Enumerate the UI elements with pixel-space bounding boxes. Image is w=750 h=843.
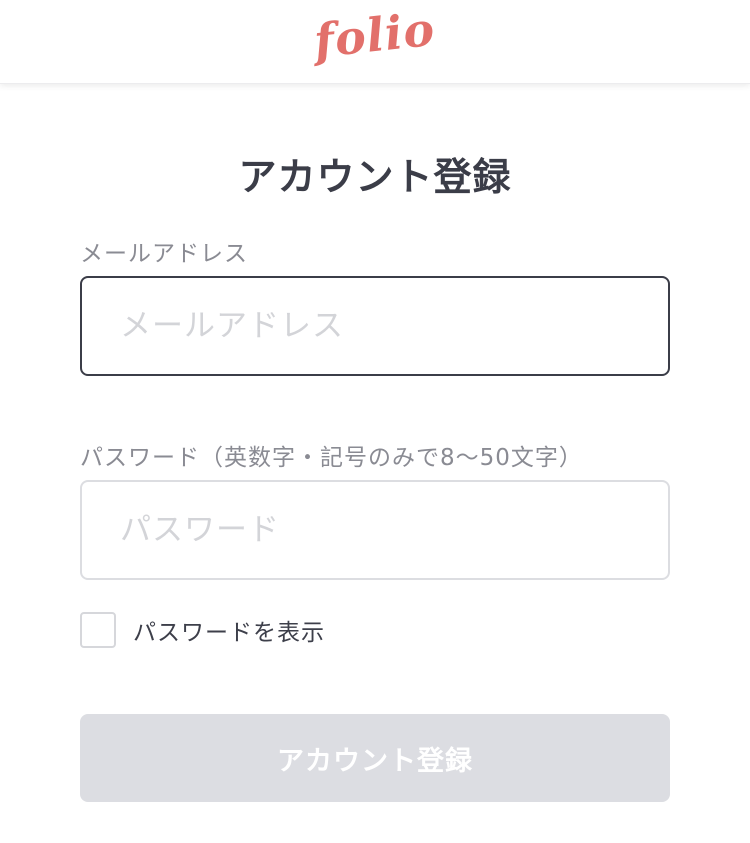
email-label: メールアドレス <box>80 241 248 267</box>
page-title: アカウント登録 <box>238 155 512 199</box>
show-password-label[interactable]: パスワードを表示 <box>133 613 325 647</box>
show-password-row[interactable]: パスワードを表示 <box>80 612 325 648</box>
email-field[interactable] <box>80 276 670 376</box>
folio-logo[interactable]: folio <box>312 1 438 67</box>
password-label: パスワード（英数字・記号のみで8〜50文字） <box>80 445 583 471</box>
show-password-checkbox[interactable] <box>80 612 116 648</box>
create-account-button[interactable]: アカウント登録 <box>80 714 670 802</box>
app-header: folio <box>0 0 750 84</box>
password-field[interactable] <box>80 480 670 580</box>
